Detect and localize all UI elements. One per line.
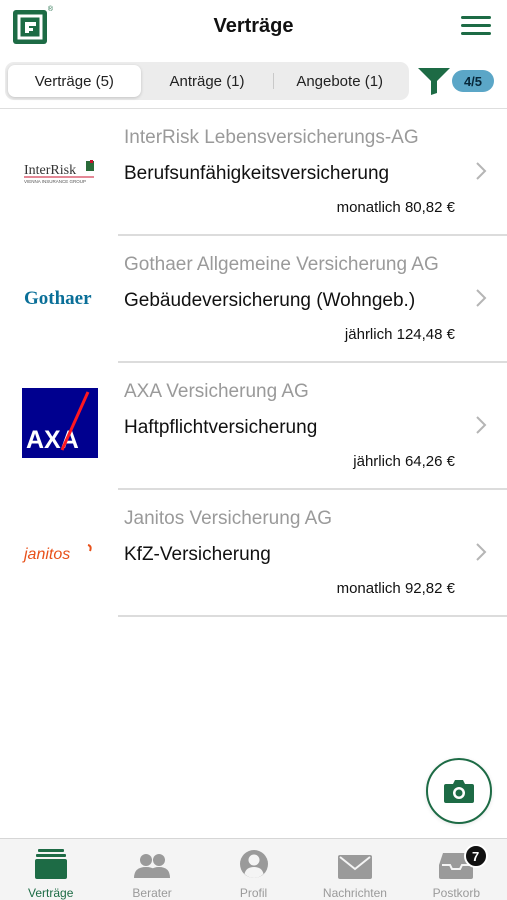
chevron-right-icon <box>476 162 487 180</box>
insurer-name: InterRisk Lebensversicherungs-AG <box>124 127 419 148</box>
svg-text:InterRisk: InterRisk <box>24 163 76 178</box>
nav-label: Nachrichten <box>322 886 387 900</box>
advisor-people-icon <box>134 854 171 878</box>
contract-item[interactable]: InterRisk VIENNA INSURANCE GROUP InterRi… <box>0 109 507 236</box>
tab-vertraege[interactable]: Verträge (5) <box>8 65 141 97</box>
product-name: Berufsunfähigkeitsversicherung <box>124 163 390 184</box>
svg-text:Gothaer: Gothaer <box>24 288 92 309</box>
nav-vertraege[interactable]: Verträge <box>0 839 101 900</box>
insurer-name: Janitos Versicherung AG <box>124 508 333 529</box>
svg-text:VIENNA INSURANCE GROUP: VIENNA INSURANCE GROUP <box>24 179 86 184</box>
axa-logo: AXA <box>22 388 98 458</box>
svg-text:janitos: janitos <box>22 546 70 563</box>
contract-list: InterRisk VIENNA INSURANCE GROUP InterRi… <box>0 109 507 617</box>
contract-item[interactable]: AXA AXA Versicherung AG Haftpflichtversi… <box>0 363 507 490</box>
nav-label: Verträge <box>28 886 74 900</box>
divider <box>118 615 507 617</box>
contract-item[interactable]: Gothaer Gothaer Allgemeine Versicherung … <box>0 236 507 363</box>
filter-button[interactable]: 4/5 <box>416 66 496 96</box>
tab-antraege[interactable]: Anträge (1) <box>141 65 274 97</box>
product-name: KfZ-Versicherung <box>124 544 271 565</box>
segment-tabs: Verträge (5) Anträge (1) Angebote (1) <box>5 62 409 100</box>
insurer-name: AXA Versicherung AG <box>124 381 309 402</box>
envelope-icon <box>337 855 372 879</box>
insurer-name: Gothaer Allgemeine Versicherung AG <box>124 254 439 275</box>
premium-amount: monatlich 92,82 € <box>336 580 455 597</box>
nav-profil[interactable]: Profil <box>203 839 304 900</box>
notification-badge: 7 <box>463 844 488 868</box>
gothaer-logo: Gothaer <box>22 286 98 317</box>
hamburger-menu-icon[interactable] <box>461 16 491 38</box>
premium-amount: jährlich 64,26 € <box>353 453 455 470</box>
camera-button[interactable] <box>426 758 492 824</box>
chevron-right-icon <box>476 289 487 307</box>
filter-count-badge: 4/5 <box>452 70 494 92</box>
folder-stack-icon <box>34 849 67 879</box>
premium-amount: monatlich 80,82 € <box>336 199 455 216</box>
chevron-right-icon <box>476 543 487 561</box>
nav-berater[interactable]: Berater <box>101 839 202 900</box>
nav-nachrichten[interactable]: Nachrichten <box>304 839 405 900</box>
nav-label: Berater <box>132 886 172 900</box>
bottom-navigation: Verträge Berater Profil Nachrichten 7 Po… <box>0 838 507 900</box>
interrisk-logo: InterRisk VIENNA INSURANCE GROUP <box>22 159 98 190</box>
page-title: Verträge <box>213 15 294 37</box>
product-name: Haftpflichtversicherung <box>124 417 318 438</box>
nav-label: Profil <box>239 886 268 900</box>
nav-postkorb[interactable]: 7 Postkorb <box>406 839 507 900</box>
product-name: Gebäudeversicherung (Wohngeb.) <box>124 290 416 311</box>
profile-user-icon <box>239 850 268 878</box>
janitos-logo: janitos <box>22 543 98 572</box>
app-header: ® Verträge <box>0 0 507 56</box>
nav-label: Postkorb <box>432 886 480 900</box>
tab-angebote[interactable]: Angebote (1) <box>273 65 406 97</box>
filter-funnel-icon <box>418 68 450 95</box>
chevron-right-icon <box>476 416 487 434</box>
premium-amount: jährlich 124,48 € <box>344 326 455 343</box>
camera-icon <box>444 780 474 803</box>
contract-item[interactable]: janitos Janitos Versicherung AG KfZ-Vers… <box>0 490 507 617</box>
